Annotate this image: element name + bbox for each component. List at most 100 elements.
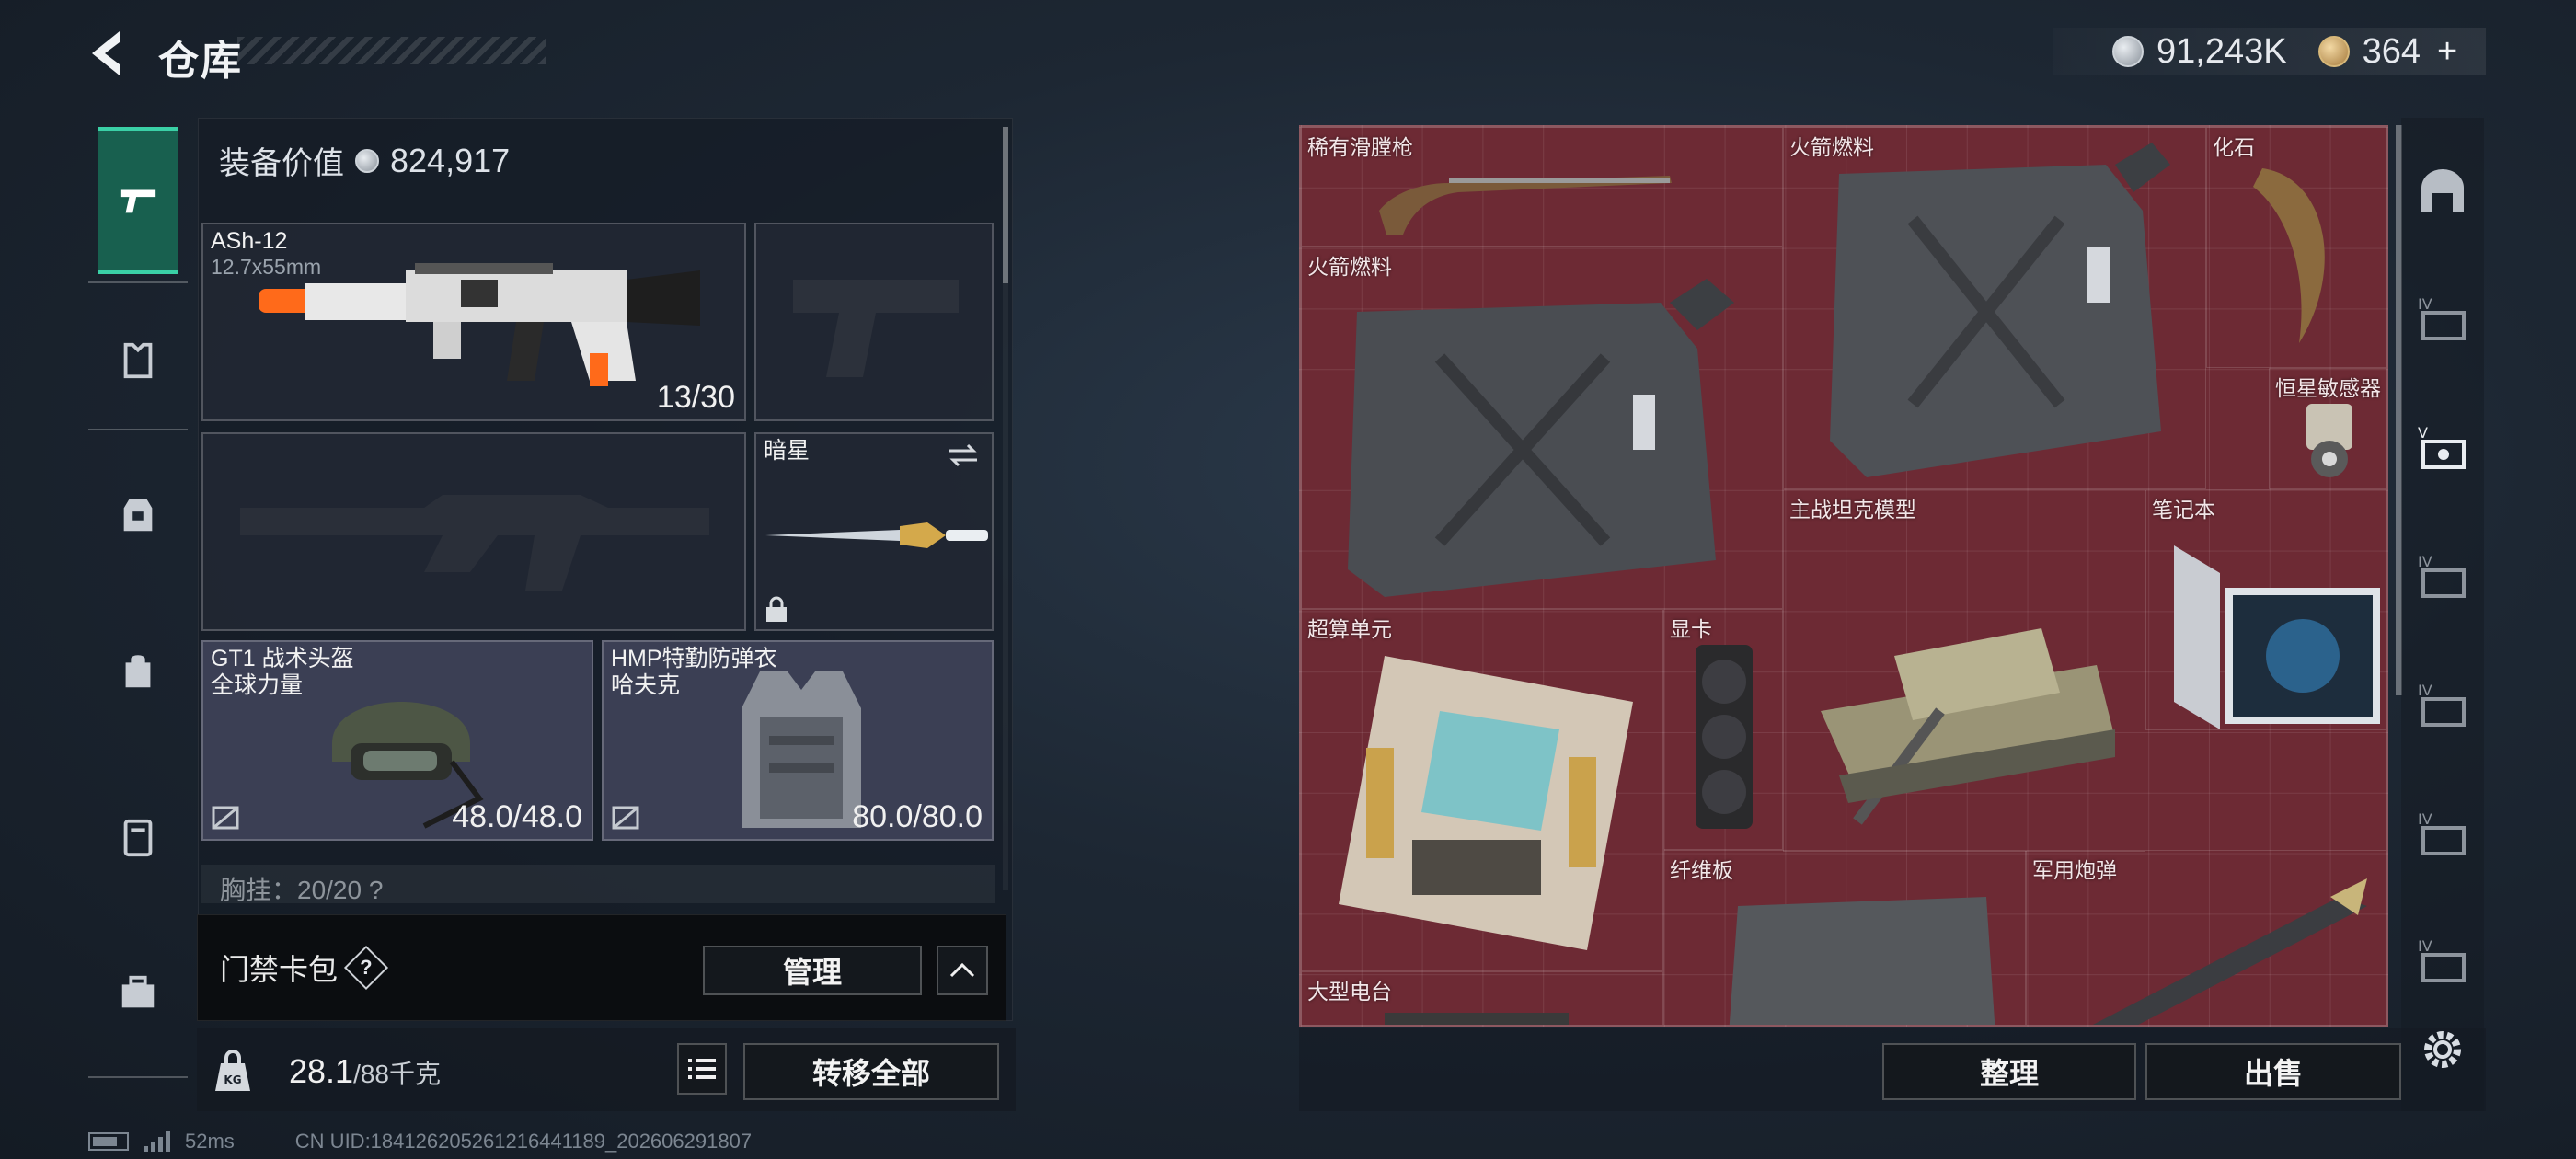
chest-rig-row[interactable]: 胸挂：20/20 ?: [201, 865, 995, 903]
vest-icon: [123, 499, 153, 532]
weight-bag-icon: KG: [215, 1050, 250, 1091]
item-name: 纤维板: [1670, 858, 1733, 882]
folder-iv-icon: IV: [2418, 810, 2466, 855]
currency-bar: 91,243K 364 +: [2053, 28, 2486, 75]
storage-item-fiberboard[interactable]: 纤维板: [1663, 850, 2026, 1025]
knife-image: [765, 522, 988, 548]
storage-grid: 稀有滑膛枪 火箭燃料 化石 火箭燃料 恒星敏感器 主战坦克模型 笔记本 超算单元…: [1299, 125, 2388, 1027]
collapse-button[interactable]: [937, 946, 988, 995]
manage-button[interactable]: 管理: [703, 946, 922, 995]
storage-item-fossil[interactable]: 化石: [2206, 127, 2386, 368]
keycard-help-button[interactable]: ?: [343, 945, 389, 991]
storage-item-large-radio[interactable]: 大型电台: [1301, 971, 1663, 1025]
nav-armor-tab[interactable]: [98, 320, 178, 401]
tank-model-image: [1821, 628, 2115, 825]
nav-vest-tab[interactable]: [98, 475, 178, 556]
top-up-button[interactable]: +: [2437, 32, 2457, 72]
nav-toolbox-tab[interactable]: [98, 953, 178, 1034]
helmet-durability: 48.0/48.0: [452, 799, 582, 834]
tab-level-label: IV: [2418, 553, 2432, 570]
primary-weapon-slot[interactable]: ASh-12 12.7x55mm 13/30: [201, 223, 746, 421]
body-armor-image: [742, 671, 861, 828]
nav-locker-tab[interactable]: [98, 797, 178, 878]
storage-tab-2-active[interactable]: V: [2409, 414, 2477, 482]
gpu-image: [1696, 645, 1753, 829]
jerrycan-image: [1348, 279, 1734, 597]
sort-button[interactable]: 整理: [1882, 1043, 2136, 1100]
storage-item-tank-model[interactable]: 主战坦克模型: [1783, 489, 2145, 852]
melee-name: 暗星: [764, 438, 811, 464]
musket-image: [1379, 176, 1672, 235]
storage-tab-5[interactable]: IV: [2409, 800, 2477, 868]
silver-coin-icon: [355, 148, 379, 173]
melee-slot[interactable]: 暗星: [754, 432, 994, 631]
helmet-name: GT1 战术头盔: [211, 646, 354, 671]
primary-weapon-ammo: 13/30: [656, 380, 735, 415]
sell-button[interactable]: 出售: [2145, 1043, 2401, 1100]
bag-weight-max: /88千克: [353, 1060, 442, 1088]
silver-coin-icon: [2112, 36, 2144, 67]
pistol-silhouette-icon: [793, 280, 959, 377]
item-name: 化石: [2213, 135, 2255, 159]
folder-v-icon: V: [2418, 424, 2466, 469]
missile-image: [2092, 878, 2367, 1025]
tab-level-label: IV: [2418, 937, 2432, 955]
storage-item-supercomputer-unit[interactable]: 超算单元: [1301, 609, 1663, 971]
secondary-weapon-slot[interactable]: [201, 432, 746, 631]
armor-durability: 80.0/80.0: [852, 799, 983, 834]
equipment-scroll-thumb[interactable]: [1003, 127, 1008, 283]
swap-icon[interactable]: [946, 442, 981, 469]
radio-image: [1385, 1013, 1569, 1025]
circuit-board-image: [1339, 656, 1633, 950]
locker-icon: [123, 819, 153, 857]
rifle-silhouette-icon: [240, 495, 709, 591]
item-name: 笔记本: [2152, 498, 2215, 522]
gold-coin-icon: [2317, 36, 2350, 67]
storage-tab-4[interactable]: IV: [2409, 671, 2477, 740]
armor-slot[interactable]: HMP特勤防弹衣 哈夫克 80.0/80.0: [602, 640, 994, 841]
tab-level-label: IV: [2418, 810, 2432, 828]
transfer-all-button[interactable]: 转移全部: [743, 1043, 999, 1100]
nav-backpack-tab[interactable]: [98, 631, 178, 712]
help-icon: ?: [360, 955, 373, 979]
bag-weight: 28.1/88千克: [289, 1052, 441, 1091]
item-name: 显卡: [1670, 617, 1712, 641]
no-insure-icon: [212, 806, 239, 830]
helmet-slot[interactable]: GT1 战术头盔 全球力量 48.0/48.0: [201, 640, 593, 841]
storage-item-laptop[interactable]: 笔记本: [2145, 489, 2386, 730]
equipment-value-amount: 824,917: [390, 141, 511, 179]
claw-fossil-image: [2253, 168, 2325, 343]
no-insure-icon: [612, 806, 639, 830]
keycard-label: 门禁卡包: [220, 953, 339, 986]
storage-tab-1[interactable]: IV: [2409, 285, 2477, 353]
warehouse-icon: [2421, 169, 2464, 212]
loadout-nav: [88, 116, 188, 1082]
chevron-left-icon: [92, 31, 120, 75]
settings-button[interactable]: [2409, 1016, 2477, 1084]
storage-item-star-sensor[interactable]: 恒星敏感器: [2269, 368, 2386, 489]
chevron-up-icon: [949, 962, 975, 978]
jerrycan-image: [1830, 143, 2170, 477]
storage-tab-home[interactable]: [2409, 160, 2477, 228]
bag-weight-current: 28.1: [289, 1052, 354, 1090]
storage-item-flintlock[interactable]: 稀有滑膛枪: [1301, 127, 1783, 247]
pistol-slot[interactable]: [754, 223, 994, 421]
carbon-board-image: [1729, 897, 1995, 1025]
storage-tab-3[interactable]: IV: [2409, 543, 2477, 611]
gear-icon: [2424, 1031, 2461, 1068]
list-view-button[interactable]: [677, 1043, 727, 1095]
laptop-image: [2174, 545, 2380, 729]
folder-iv-icon: IV: [2418, 937, 2466, 982]
storage-tab-6[interactable]: IV: [2409, 927, 2477, 995]
nav-weapon-tab[interactable]: [98, 127, 178, 274]
back-button[interactable]: [83, 26, 138, 81]
storage-item-fuel-can-2[interactable]: 火箭燃料: [1301, 247, 1783, 609]
storage-item-fuel-can-1[interactable]: 火箭燃料: [1783, 127, 2206, 489]
tab-level-label: IV: [2418, 682, 2432, 699]
equipment-value: 装备价值 824,917: [219, 138, 510, 183]
battery-icon: [88, 1132, 129, 1151]
sensor-image: [2306, 404, 2352, 477]
storage-item-graphics-card[interactable]: 显卡: [1663, 609, 1783, 850]
title-decoration: [237, 37, 546, 64]
storage-item-military-shell[interactable]: 军用炮弹: [2026, 850, 2386, 1025]
